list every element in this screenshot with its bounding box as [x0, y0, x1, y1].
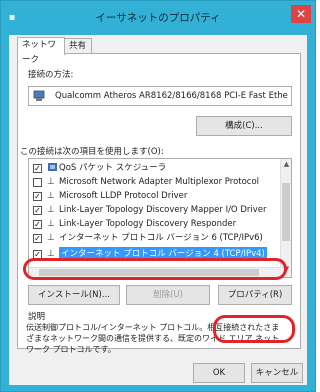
item-label: インターネット プロトコル バージョン 4 (TCP/IPv4) [59, 247, 267, 261]
list-item[interactable]: ⊥ Microsoft Network Adapter Multiplexor … [29, 175, 285, 189]
checkbox[interactable]: ✓ [33, 192, 42, 201]
adapter-field: Qualcomm Atheros AR8162/8166/8168 PCI-E … [28, 86, 292, 106]
connect-using-label: 接続の方法: [28, 70, 74, 80]
window-title: イーサネットのプロパティ [95, 12, 221, 24]
scroll-up-icon[interactable]: ▲ [281, 160, 291, 168]
configure-button[interactable]: 構成(C)... [196, 116, 292, 136]
tab-sharing[interactable]: 共有 [64, 38, 92, 54]
protocol-icon: ⊥ [47, 233, 55, 243]
items-label: この接続は次の項目を使用します(O): [20, 147, 164, 157]
close-button[interactable]: ✕ [291, 5, 311, 23]
description-label: 説明 [28, 312, 46, 322]
checkbox[interactable]: ✓ [33, 220, 42, 229]
vertical-scroll-thumb[interactable] [282, 183, 290, 241]
checkbox[interactable]: ✓ [33, 164, 42, 173]
item-label: Link-Layer Topology Discovery Responder [59, 219, 237, 229]
components-list[interactable]: ✓ QoS パケット スケジューラ ⊥ Microsoft Network Ad… [28, 158, 292, 278]
list-item[interactable]: ✓ ⊥ Link-Layer Topology Discovery Respon… [29, 217, 285, 231]
item-label: QoS パケット スケジューラ [59, 163, 167, 173]
item-label: Link-Layer Topology Discovery Mapper I/O… [59, 205, 267, 215]
ok-button[interactable]: OK [193, 363, 245, 383]
network-adapter-icon [33, 90, 45, 101]
install-button[interactable]: インストール(N)... [28, 285, 120, 305]
adapter-name: Qualcomm Atheros AR8162/8166/8168 PCI-E … [55, 91, 288, 101]
checkbox[interactable] [33, 178, 42, 187]
list-item[interactable]: ✓ QoS パケット スケジューラ [29, 161, 285, 175]
checkbox[interactable]: ✓ [33, 250, 42, 259]
list-item-selected[interactable]: ✓ ⊥ インターネット プロトコル バージョン 4 (TCP/IPv4) [29, 247, 285, 261]
title-bar[interactable]: ▪ イーサネットのプロパティ ✕ [1, 1, 315, 35]
checkbox[interactable]: ✓ [33, 234, 42, 243]
cancel-button[interactable]: キャンセル [251, 363, 303, 383]
network-tab-panel: 接続の方法: Qualcomm Atheros AR8162/8166/8168… [17, 53, 301, 354]
horizontal-scroll-thumb[interactable] [39, 269, 259, 276]
tab-network[interactable]: ネットワーク [17, 37, 65, 65]
checkbox[interactable]: ✓ [33, 206, 42, 215]
list-item[interactable]: ✓ ⊥ Microsoft LLDP Protocol Driver [29, 189, 285, 203]
qos-icon [48, 163, 57, 171]
horizontal-scrollbar[interactable] [29, 267, 285, 277]
list-item[interactable]: ✓ ⊥ インターネット プロトコル バージョン 6 (TCP/IPv6) [29, 231, 285, 245]
uninstall-button[interactable]: 削除(U) [126, 285, 210, 305]
protocol-icon: ⊥ [47, 177, 55, 187]
protocol-icon: ⊥ [47, 205, 55, 215]
item-label: Microsoft LLDP Protocol Driver [59, 191, 188, 201]
protocol-icon: ⊥ [47, 191, 55, 201]
list-item[interactable]: ✓ ⊥ Link-Layer Topology Discovery Mapper… [29, 203, 285, 217]
properties-button[interactable]: プロパティ(R) [218, 285, 292, 305]
description-text: 伝送制御プロトコル/インターネット プロトコル。相互接続されたさまざまなネットワ… [26, 323, 280, 354]
item-label: Microsoft Network Adapter Multiplexor Pr… [59, 177, 260, 187]
protocol-icon: ⊥ [47, 249, 55, 259]
item-label: インターネット プロトコル バージョン 6 (TCP/IPv6) [59, 233, 263, 243]
vertical-scrollbar[interactable]: ▲ ▼ [280, 159, 291, 277]
properties-dialog: ▪ イーサネットのプロパティ ✕ ネットワーク 共有 接続の方法: Qualco… [0, 0, 316, 392]
dialog-body: ネットワーク 共有 接続の方法: Qualcomm Atheros AR8162… [9, 35, 307, 385]
protocol-icon: ⊥ [47, 219, 55, 229]
